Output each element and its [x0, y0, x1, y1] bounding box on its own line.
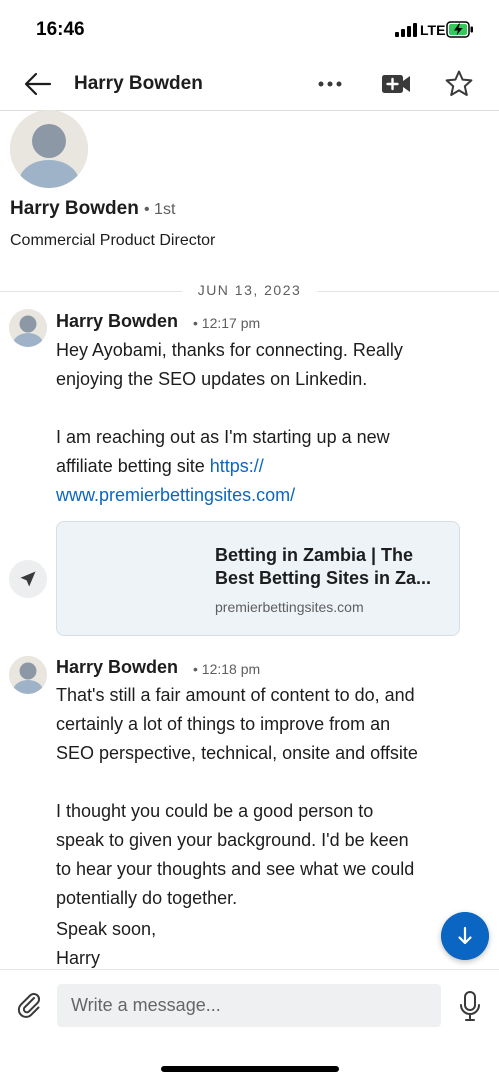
video-call-icon[interactable] — [380, 70, 412, 98]
sender-avatar[interactable] — [9, 656, 47, 694]
signal-icon — [395, 23, 417, 37]
message-line: certainly a lot of things to improve fro… — [56, 714, 391, 734]
message-line: affiliate betting site https:// — [56, 452, 476, 481]
date-label: JUN 13, 2023 — [197, 282, 302, 298]
message-link[interactable]: https:// — [210, 456, 264, 476]
message-line: SEO perspective, technical, onsite and o… — [56, 743, 418, 763]
scroll-down-icon[interactable] — [441, 912, 489, 960]
link-preview-title[interactable]: Betting in Zambia | The Best Betting Sit… — [215, 544, 455, 590]
message-line — [56, 768, 476, 797]
message-line: enjoying the SEO updates on Linkedin. — [56, 369, 368, 389]
message-line: I am reaching out as I'm starting up a n… — [56, 427, 390, 447]
message-line: speak to given your background. I'd be k… — [56, 830, 409, 850]
message-line: That's still a fair amount of content to… — [56, 685, 415, 705]
message-line: Hey Ayobami, thanks for connecting. Real… — [56, 340, 403, 360]
message-line: potentially do together. — [56, 888, 238, 908]
star-icon[interactable] — [443, 68, 475, 100]
profile-name[interactable]: Harry Bowden — [10, 198, 139, 220]
message-input[interactable] — [57, 984, 441, 1027]
message-line — [56, 394, 476, 423]
back-arrow-icon[interactable] — [22, 68, 54, 100]
attachment-icon[interactable] — [14, 990, 44, 1020]
microphone-icon[interactable] — [457, 990, 483, 1022]
connection-degree: • 1st — [144, 201, 176, 218]
profile-headline: Commercial Product Director — [10, 232, 216, 249]
status-bar: 16:46 LTE — [0, 0, 499, 58]
message-time: • 12:18 pm — [193, 661, 261, 677]
send-icon[interactable] — [9, 560, 47, 598]
message-time: • 12:17 pm — [193, 315, 261, 331]
message-line: to hear your thoughts and see what we co… — [56, 859, 415, 879]
conversation-header: Harry Bowden — [0, 58, 499, 111]
message-body: That's still a fair amount of content to… — [56, 681, 476, 973]
link-preview-title-line: Best Betting Sites in Za... — [215, 568, 432, 588]
more-icon[interactable] — [315, 71, 345, 97]
message-line: Speak soon, — [56, 919, 157, 939]
message-body: Hey Ayobami, thanks for connecting. Real… — [56, 336, 476, 510]
message-line-text: affiliate betting site — [56, 456, 205, 476]
message-link-continued[interactable]: www.premierbettingsites.com/ — [56, 481, 476, 510]
home-indicator — [161, 1066, 339, 1072]
message-sender[interactable]: Harry Bowden — [56, 657, 178, 678]
conversation-title[interactable]: Harry Bowden — [74, 73, 203, 95]
network-label: LTE — [420, 22, 446, 38]
battery-icon — [446, 21, 473, 38]
link-preview-card[interactable]: Betting in Zambia | The Best Betting Sit… — [56, 521, 460, 636]
profile-avatar[interactable] — [10, 110, 88, 188]
message-line: I thought you could be a good person to — [56, 801, 374, 821]
date-divider: JUN 13, 2023 — [0, 282, 499, 300]
link-preview-domain: premierbettingsites.com — [215, 599, 364, 615]
message-sender[interactable]: Harry Bowden — [56, 311, 178, 332]
message-composer — [0, 969, 499, 1080]
link-preview-title-line: Betting in Zambia | The — [215, 545, 414, 565]
status-time: 16:46 — [36, 19, 85, 40]
sender-avatar[interactable] — [9, 309, 47, 347]
